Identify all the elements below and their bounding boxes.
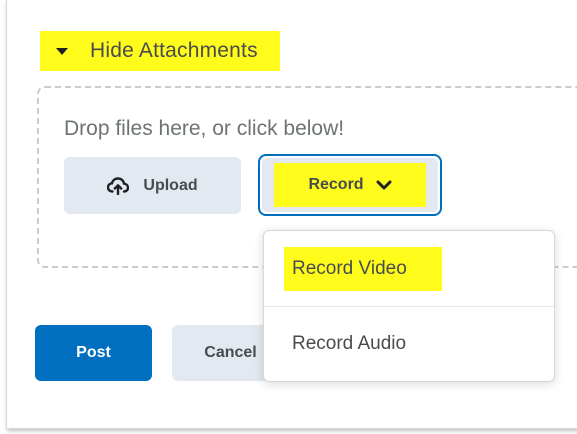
hide-attachments-toggle[interactable]: Hide Attachments — [40, 31, 280, 71]
chevron-down-icon — [376, 180, 392, 190]
post-button[interactable]: Post — [35, 325, 152, 381]
post-label: Post — [76, 344, 111, 361]
cloud-upload-icon — [107, 176, 130, 195]
highlight-mark: Record — [274, 163, 426, 207]
record-button-face: Record — [262, 158, 438, 212]
menu-item-record-audio[interactable]: Record Audio — [264, 306, 554, 382]
caret-down-icon — [56, 47, 68, 55]
menu-item-label: Record Audio — [292, 333, 407, 354]
record-label: Record — [308, 176, 364, 193]
upload-label: Upload — [143, 176, 198, 194]
menu-item-record-video[interactable]: Record Video — [264, 231, 554, 307]
cancel-label: Cancel — [204, 344, 257, 361]
record-button[interactable]: Record — [258, 154, 442, 216]
record-dropdown-menu: Record Video Record Audio — [263, 230, 555, 382]
menu-item-label: Record Video — [292, 257, 407, 279]
dropzone-instructions: Drop files here, or click below! — [64, 117, 345, 140]
upload-button[interactable]: Upload — [64, 157, 241, 214]
hide-attachments-label: Hide Attachments — [90, 39, 258, 62]
